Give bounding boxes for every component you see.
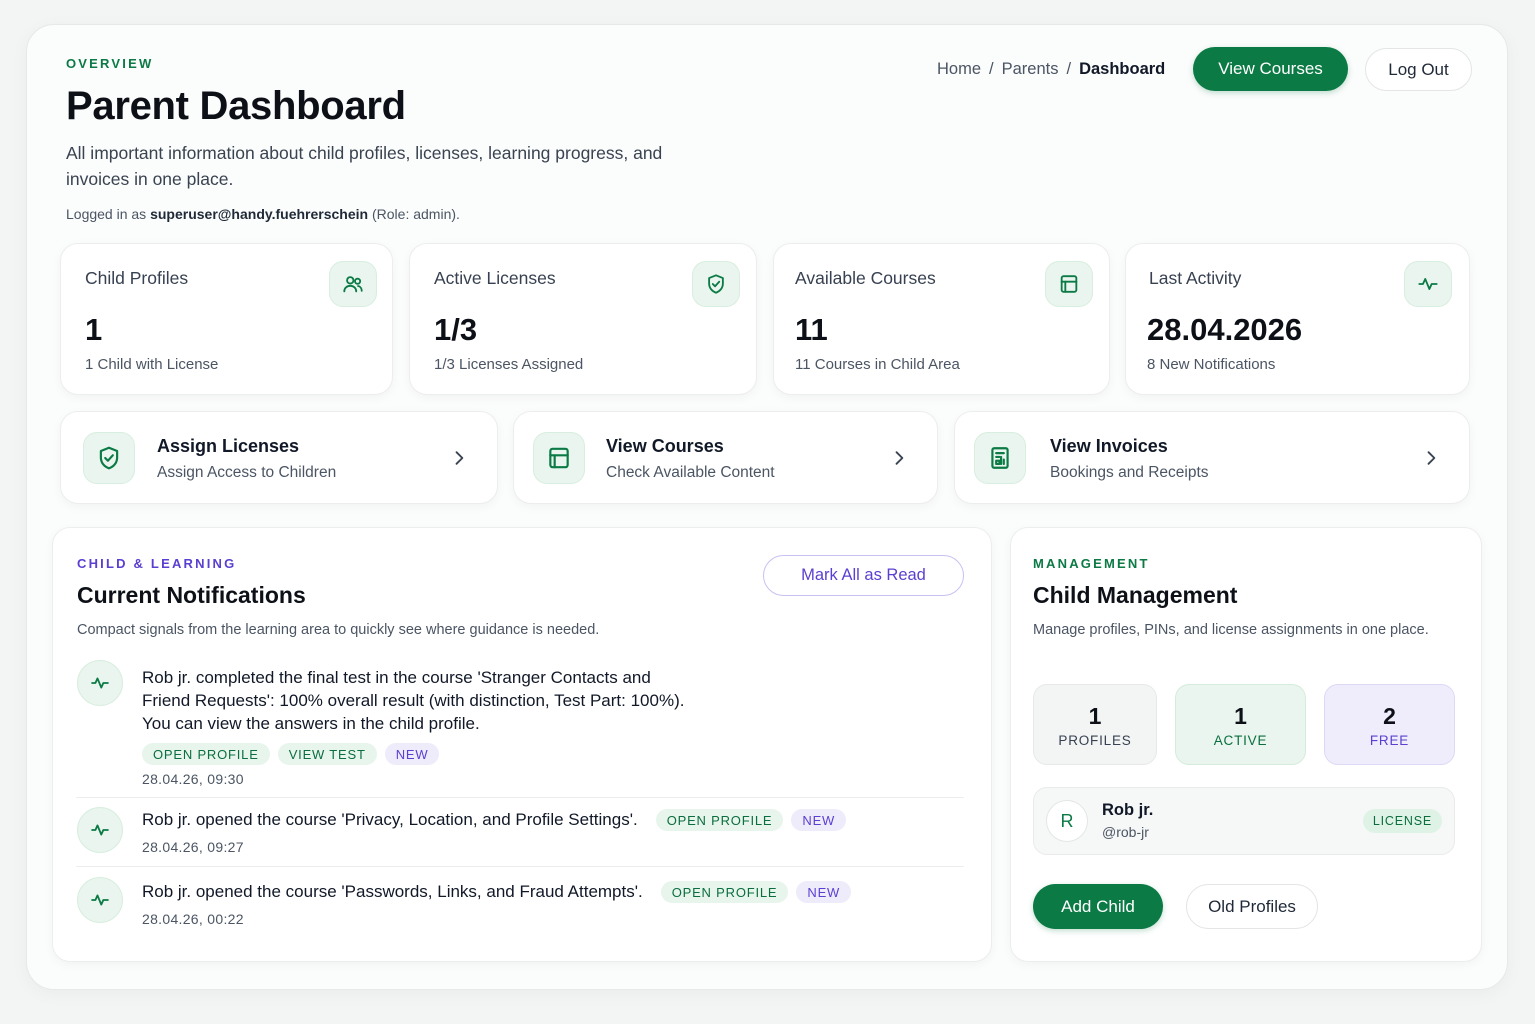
stat-value: 1 (85, 312, 103, 347)
chevron-right-icon (1427, 451, 1436, 465)
page-title: Parent Dashboard (66, 84, 406, 128)
avatar: R (1046, 800, 1088, 842)
notification-text: Rob jr. opened the course 'Privacy, Loca… (142, 810, 638, 829)
notification-line: Rob jr. opened the course 'Privacy, Loca… (142, 809, 854, 831)
stat-label: Active Licenses (434, 268, 556, 288)
profiles-counter: 1 PROFILES (1033, 684, 1157, 765)
stat-subtext: 8 New Notifications (1147, 356, 1276, 373)
stat-label: Child Profiles (85, 268, 189, 288)
counter-value: 2 (1383, 703, 1396, 729)
receipt-icon (974, 432, 1026, 484)
log-out-button[interactable]: Log Out (1365, 48, 1472, 91)
stat-subtext: 1 Child with License (85, 356, 219, 373)
add-child-button[interactable]: Add Child (1033, 884, 1163, 929)
stat-card-available-courses: Available Courses 11 11 Courses in Child… (773, 243, 1110, 395)
counter-label: FREE (1369, 733, 1410, 748)
management-description: Manage profiles, PINs, and license assig… (1033, 622, 1429, 638)
child-name: Rob jr. (1102, 801, 1154, 819)
stat-subtext: 1/3 Licenses Assigned (434, 356, 584, 373)
book-icon (1045, 261, 1093, 307)
stat-label: Last Activity (1149, 268, 1242, 288)
license-badge: LICENSE (1362, 809, 1442, 833)
assign-licenses-card[interactable]: Assign Licenses Assign Access to Childre… (60, 411, 498, 504)
stat-value: 28.04.2026 (1147, 312, 1303, 347)
open-profile-tag[interactable]: OPEN PROFILE (655, 809, 784, 831)
page-eyebrow: OVERVIEW (66, 56, 154, 71)
stat-card-child-profiles: Child Profiles 1 1 Child with License (60, 243, 393, 395)
counter-label: ACTIVE (1213, 733, 1268, 748)
breadcrumb-separator: / (989, 60, 994, 78)
notification-time: 28.04.26, 00:22 (142, 911, 244, 927)
active-counter: 1 ACTIVE (1175, 684, 1306, 765)
stat-subtext: 11 Courses in Child Area (795, 356, 960, 373)
view-courses-button[interactable]: View Courses (1193, 47, 1348, 91)
divider (76, 866, 964, 867)
stat-label: Available Courses (795, 268, 936, 288)
login-info: Logged in as superuser@handy.fuehrersche… (66, 206, 460, 222)
action-title: Assign Licenses (157, 436, 300, 456)
chevron-right-icon (895, 451, 904, 465)
shield-check-icon (83, 432, 135, 484)
notification-time: 28.04.26, 09:27 (142, 839, 244, 855)
child-handle: @rob-jr (1102, 824, 1149, 840)
notification-time: 28.04.26, 09:30 (142, 771, 244, 787)
new-badge: NEW (796, 881, 852, 903)
book-icon (533, 432, 585, 484)
new-badge: NEW (791, 809, 847, 831)
notification-tags: OPEN PROFILE VIEW TEST NEW (142, 743, 447, 765)
counter-value: 1 (1234, 703, 1247, 729)
stat-card-active-licenses: Active Licenses 1/3 1/3 Licenses Assigne… (409, 243, 757, 395)
management-title: Child Management (1033, 582, 1238, 608)
breadcrumb-home[interactable]: Home (937, 60, 981, 79)
users-icon (329, 261, 377, 307)
free-counter: 2 FREE (1324, 684, 1455, 765)
view-courses-card[interactable]: View Courses Check Available Content (513, 411, 938, 504)
stat-value: 11 (795, 312, 828, 347)
management-eyebrow: MANAGEMENT (1033, 556, 1150, 571)
action-title: View Invoices (1050, 436, 1168, 456)
action-subtitle: Assign Access to Children (157, 464, 337, 481)
counter-label: PROFILES (1058, 733, 1132, 748)
action-title: View Courses (606, 436, 724, 456)
notifications-eyebrow: CHILD & LEARNING (77, 556, 237, 571)
child-profile-row[interactable]: R Rob jr. @rob-jr LICENSE (1033, 787, 1455, 855)
action-subtitle: Bookings and Receipts (1050, 464, 1209, 481)
breadcrumb-current: Dashboard (1079, 60, 1166, 78)
activity-icon (1404, 261, 1452, 307)
activity-icon (77, 660, 123, 706)
view-test-tag[interactable]: VIEW TEST (277, 743, 377, 765)
activity-icon (77, 877, 123, 923)
notification-text: Rob jr. opened the course 'Passwords, Li… (142, 882, 643, 901)
stat-card-last-activity: Last Activity 28.04.2026 8 New Notificat… (1125, 243, 1470, 395)
stat-value: 1/3 (434, 312, 478, 347)
breadcrumb-separator: / (1066, 60, 1072, 78)
breadcrumb: Home / Parents / Dashboard (937, 60, 1165, 79)
notification-line: Rob jr. opened the course 'Passwords, Li… (142, 881, 859, 903)
mark-all-read-button[interactable]: Mark All as Read (763, 555, 964, 596)
action-subtitle: Check Available Content (606, 464, 775, 481)
page-description: All important information about child pr… (66, 143, 663, 189)
counter-value: 1 (1088, 703, 1102, 729)
notifications-title: Current Notifications (77, 582, 306, 608)
notifications-description: Compact signals from the learning area t… (77, 622, 600, 638)
login-user: superuser@handy.fuehrerschein (150, 206, 369, 222)
activity-icon (77, 807, 123, 853)
shield-check-icon (692, 261, 740, 307)
new-badge: NEW (384, 743, 440, 765)
open-profile-tag[interactable]: OPEN PROFILE (142, 743, 270, 765)
old-profiles-button[interactable]: Old Profiles (1186, 884, 1318, 929)
login-suffix: (Role: admin). (368, 206, 460, 222)
notification-text: Rob jr. completed the final test in the … (142, 668, 685, 733)
open-profile-tag[interactable]: OPEN PROFILE (660, 881, 789, 903)
login-prefix: Logged in as (66, 206, 151, 222)
divider (76, 797, 964, 798)
view-invoices-card[interactable]: View Invoices Bookings and Receipts (954, 411, 1470, 504)
breadcrumb-parents[interactable]: Parents (1002, 60, 1059, 79)
chevron-right-icon (455, 451, 464, 465)
